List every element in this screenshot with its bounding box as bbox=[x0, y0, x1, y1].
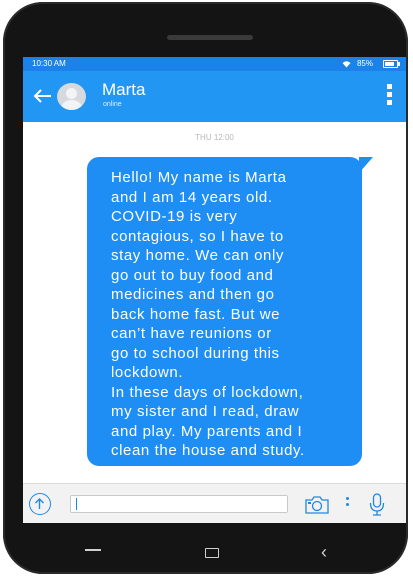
wifi-icon bbox=[342, 61, 351, 68]
upload-button[interactable] bbox=[29, 493, 51, 515]
status-bar: 10:30 AM 85% bbox=[23, 57, 406, 71]
text-cursor bbox=[76, 498, 77, 510]
recent-apps-icon[interactable] bbox=[85, 549, 101, 551]
battery-percent: 85% bbox=[356, 59, 373, 68]
microphone-icon[interactable] bbox=[368, 493, 386, 517]
battery-icon bbox=[383, 60, 400, 68]
camera-icon[interactable] bbox=[303, 495, 331, 515]
avatar[interactable] bbox=[57, 83, 86, 110]
message-list[interactable]: THU 12:00 Hello! My name is Marta and I … bbox=[23, 122, 406, 469]
date-separator: THU 12:00 bbox=[195, 133, 234, 142]
back-arrow-icon[interactable] bbox=[32, 88, 52, 104]
nav-back-icon[interactable]: ‹ bbox=[321, 542, 327, 563]
message-input[interactable] bbox=[70, 495, 288, 513]
overflow-menu-icon[interactable] bbox=[387, 84, 393, 108]
phone-screen: 10:30 AM 85% Marta online THU 12:00 Hell… bbox=[23, 57, 406, 523]
arrow-up-icon bbox=[35, 498, 44, 509]
more-options-icon[interactable] bbox=[346, 497, 350, 511]
contact-status: online bbox=[103, 101, 122, 108]
status-icons: 85% bbox=[342, 57, 400, 71]
status-time: 10:30 AM bbox=[32, 59, 66, 68]
phone-speaker bbox=[167, 35, 253, 40]
contact-name[interactable]: Marta bbox=[102, 80, 145, 100]
system-nav-bar: ‹ bbox=[23, 532, 406, 572]
home-icon[interactable] bbox=[205, 548, 219, 558]
message-input-bar bbox=[23, 483, 406, 523]
phone-frame: 10:30 AM 85% Marta online THU 12:00 Hell… bbox=[3, 2, 408, 574]
message-bubble[interactable]: Hello! My name is Marta and I am 14 year… bbox=[87, 157, 362, 466]
chat-header: Marta online bbox=[23, 71, 406, 122]
